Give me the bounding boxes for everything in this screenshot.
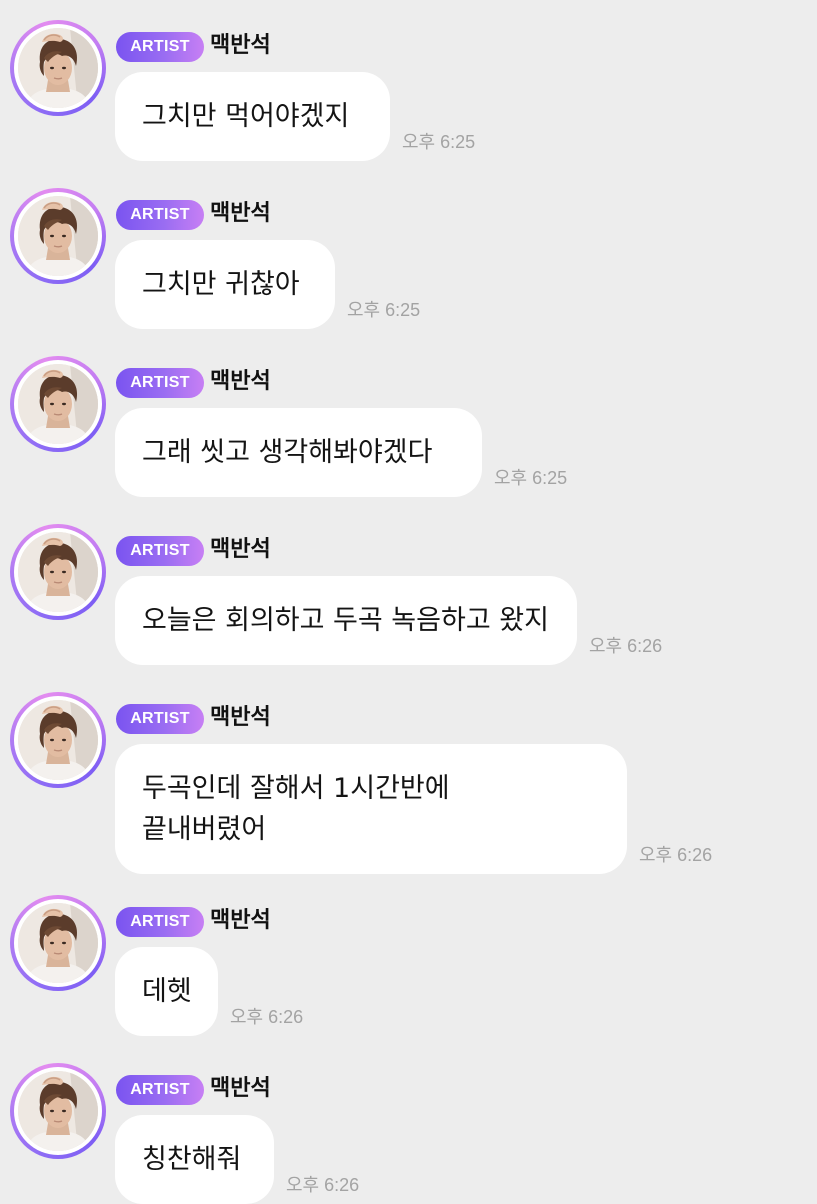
avatar-ring-inner — [14, 899, 102, 987]
profile-photo-icon — [18, 532, 98, 612]
message-text-line: 두곡인데 잘해서 1시간반에 — [142, 773, 450, 804]
artist-badge: ARTIST — [116, 704, 204, 734]
message-text-line: 칭찬해줘 — [142, 1144, 242, 1175]
avatar-ring-inner — [14, 360, 102, 448]
sender-name[interactable]: 맥반석 — [210, 702, 271, 734]
message-bubble[interactable]: 데헷 — [115, 947, 218, 1036]
avatar-ring-inner — [14, 192, 102, 280]
message-bubble[interactable]: 그래 씻고 생각해봐야겠다 — [115, 408, 482, 497]
avatar-ring-inner — [14, 24, 102, 112]
message-timestamp: 오후 6:26 — [230, 1007, 304, 1027]
sender-name[interactable]: 맥반석 — [210, 198, 271, 230]
message-text-line: 그치만 먹어야겠지 — [142, 101, 350, 132]
message-text-line: 데헷 — [142, 976, 192, 1007]
avatar[interactable] — [10, 1063, 106, 1159]
message-bubble[interactable]: 두곡인데 잘해서 1시간반에끝내버렸어 — [115, 744, 627, 874]
artist-badge: ARTIST — [116, 368, 204, 398]
sender-name[interactable]: 맥반석 — [210, 905, 271, 937]
message-text-line: 오늘은 회의하고 두곡 녹음하고 왔지 — [142, 605, 549, 636]
avatar-ring-inner — [14, 528, 102, 616]
avatar-photo — [18, 700, 98, 780]
sender-name[interactable]: 맥반석 — [210, 30, 271, 62]
profile-photo-icon — [18, 364, 98, 444]
avatar[interactable] — [10, 188, 106, 284]
message-text-line: 그래 씻고 생각해봐야겠다 — [142, 437, 433, 468]
avatar-photo — [18, 532, 98, 612]
avatar[interactable] — [10, 895, 106, 991]
message-timestamp: 오후 6:26 — [639, 845, 713, 865]
message-timestamp: 오후 6:26 — [286, 1175, 360, 1195]
message-text-line: 끝내버렸어 — [142, 814, 267, 845]
message-bubble[interactable]: 그치만 먹어야겠지 — [115, 72, 390, 161]
profile-photo-icon — [18, 28, 98, 108]
sender-name[interactable]: 맥반석 — [210, 534, 271, 566]
artist-badge: ARTIST — [116, 32, 204, 62]
avatar[interactable] — [10, 20, 106, 116]
artist-badge: ARTIST — [116, 536, 204, 566]
avatar-ring-inner — [14, 1067, 102, 1155]
profile-photo-icon — [18, 1071, 98, 1151]
artist-badge: ARTIST — [116, 200, 204, 230]
profile-photo-icon — [18, 903, 98, 983]
artist-badge: ARTIST — [116, 907, 204, 937]
avatar-photo — [18, 196, 98, 276]
avatar[interactable] — [10, 524, 106, 620]
message-bubble[interactable]: 그치만 귀찮아 — [115, 240, 335, 329]
message-timestamp: 오후 6:25 — [402, 132, 476, 152]
avatar-photo — [18, 28, 98, 108]
message-timestamp: 오후 6:25 — [347, 300, 421, 320]
sender-name[interactable]: 맥반석 — [210, 366, 271, 398]
avatar[interactable] — [10, 692, 106, 788]
avatar-photo — [18, 903, 98, 983]
avatar[interactable] — [10, 356, 106, 452]
avatar-photo — [18, 364, 98, 444]
profile-photo-icon — [18, 700, 98, 780]
message-bubble[interactable]: 오늘은 회의하고 두곡 녹음하고 왔지 — [115, 576, 577, 665]
message-timestamp: 오후 6:25 — [494, 468, 568, 488]
avatar-photo — [18, 1071, 98, 1151]
sender-name[interactable]: 맥반석 — [210, 1073, 271, 1105]
avatar-ring-inner — [14, 696, 102, 784]
message-timestamp: 오후 6:26 — [589, 636, 663, 656]
message-bubble[interactable]: 칭찬해줘 — [115, 1115, 274, 1204]
artist-badge: ARTIST — [116, 1075, 204, 1105]
message-text-line: 그치만 귀찮아 — [142, 269, 300, 300]
profile-photo-icon — [18, 196, 98, 276]
